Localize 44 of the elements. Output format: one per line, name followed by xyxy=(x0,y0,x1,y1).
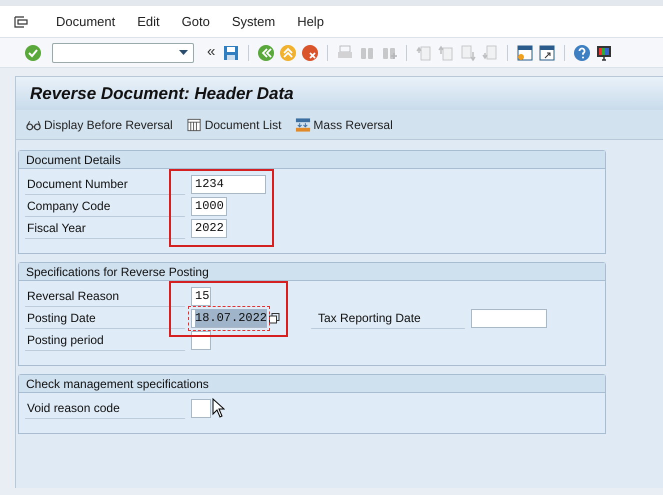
field-label: Company Code xyxy=(27,198,110,214)
dropdown-icon[interactable] xyxy=(179,50,188,55)
field-label: Posting period xyxy=(27,332,104,348)
menu-item[interactable]: Document xyxy=(56,12,116,32)
shortcut-icon[interactable] xyxy=(538,44,556,62)
calendar-picker-icon[interactable] xyxy=(269,312,280,324)
menu-icon[interactable] xyxy=(14,16,28,28)
save-icon[interactable] xyxy=(222,44,240,62)
input-field[interactable]: 2022 xyxy=(191,218,227,238)
toolbar-button[interactable]: Document List xyxy=(186,116,282,134)
help-icon[interactable] xyxy=(573,44,592,62)
mass-list-icon xyxy=(295,116,312,132)
menu-item[interactable]: System xyxy=(232,12,276,32)
field-label: Posting Date xyxy=(27,310,96,326)
input-field[interactable]: 18.07.2022 xyxy=(191,308,267,328)
cancel-icon[interactable] xyxy=(301,44,320,62)
toolbar-button[interactable]: Mass Reversal xyxy=(295,116,393,134)
mouse-pointer-icon xyxy=(212,398,225,418)
group-title: Check management specifications xyxy=(26,376,209,392)
input-field[interactable]: 1000 xyxy=(191,196,227,216)
collapse-button[interactable]: « xyxy=(204,41,218,64)
menu-item[interactable]: Help xyxy=(297,12,324,32)
checkmark-icon[interactable] xyxy=(24,44,42,62)
new-window-icon[interactable] xyxy=(516,44,534,62)
input-field[interactable]: 1234 xyxy=(191,174,266,194)
field-label: Tax Reporting Date xyxy=(318,310,421,326)
input-field[interactable] xyxy=(191,398,211,418)
group-title: Specifications for Reverse Posting xyxy=(26,264,209,280)
exit-icon[interactable] xyxy=(279,44,298,62)
input-field[interactable] xyxy=(471,308,547,328)
screen-title: Reverse Document: Header Data xyxy=(30,82,294,105)
back-icon[interactable] xyxy=(257,44,276,62)
menu-item[interactable]: Edit xyxy=(137,12,160,32)
field-label: Document Number xyxy=(27,176,128,192)
field-label: Reversal Reason xyxy=(27,288,120,304)
input-field[interactable]: 15 xyxy=(191,286,211,306)
field-label: Void reason code xyxy=(27,400,120,416)
group-title: Document Details xyxy=(26,152,121,168)
command-field[interactable] xyxy=(52,42,194,62)
field-label: Fiscal Year xyxy=(27,220,86,236)
monitor-icon[interactable] xyxy=(595,44,614,62)
toolbar-button[interactable]: Display Before Reversal xyxy=(26,116,173,134)
menu-item[interactable]: Goto xyxy=(182,12,210,32)
table-icon xyxy=(186,116,203,132)
